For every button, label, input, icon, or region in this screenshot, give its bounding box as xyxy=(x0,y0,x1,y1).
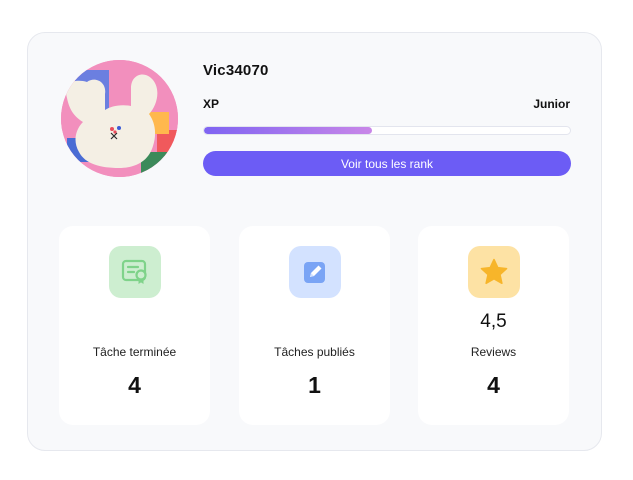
profile-card: Vic34070 XP Junior Voir tous les rank Tâ… xyxy=(27,32,602,451)
rating-score: 4,5 xyxy=(480,311,507,332)
view-ranks-button[interactable]: Voir tous les rank xyxy=(203,151,571,176)
stat-card-tasks-published: Tâches publiés 1 xyxy=(239,226,390,425)
stat-value: 4 xyxy=(128,372,141,398)
stat-card-tasks-completed: Tâche terminée 4 xyxy=(59,226,210,425)
star-icon xyxy=(480,258,507,285)
stat-value: 1 xyxy=(308,372,321,398)
stat-value: 4 xyxy=(487,372,500,398)
certificate-icon-box xyxy=(108,246,161,298)
xp-label: XP xyxy=(203,97,220,111)
username: Vic34070 xyxy=(203,62,269,79)
avatar-illustration xyxy=(61,60,178,177)
rank-label: Junior xyxy=(533,97,570,111)
certificate-icon xyxy=(121,259,147,284)
xp-progress-fill xyxy=(204,127,373,134)
stat-card-reviews: 4,5 Reviews 4 xyxy=(418,226,569,425)
edit-icon xyxy=(303,262,325,283)
stat-label: Tâches publiés xyxy=(274,345,355,359)
avatar[interactable] xyxy=(61,60,178,177)
stat-label: Reviews xyxy=(470,345,517,359)
edit-icon-box xyxy=(288,246,341,298)
stat-label: Tâche terminée xyxy=(92,345,177,359)
xp-progress-bar xyxy=(203,126,571,135)
star-icon-box xyxy=(467,246,520,298)
